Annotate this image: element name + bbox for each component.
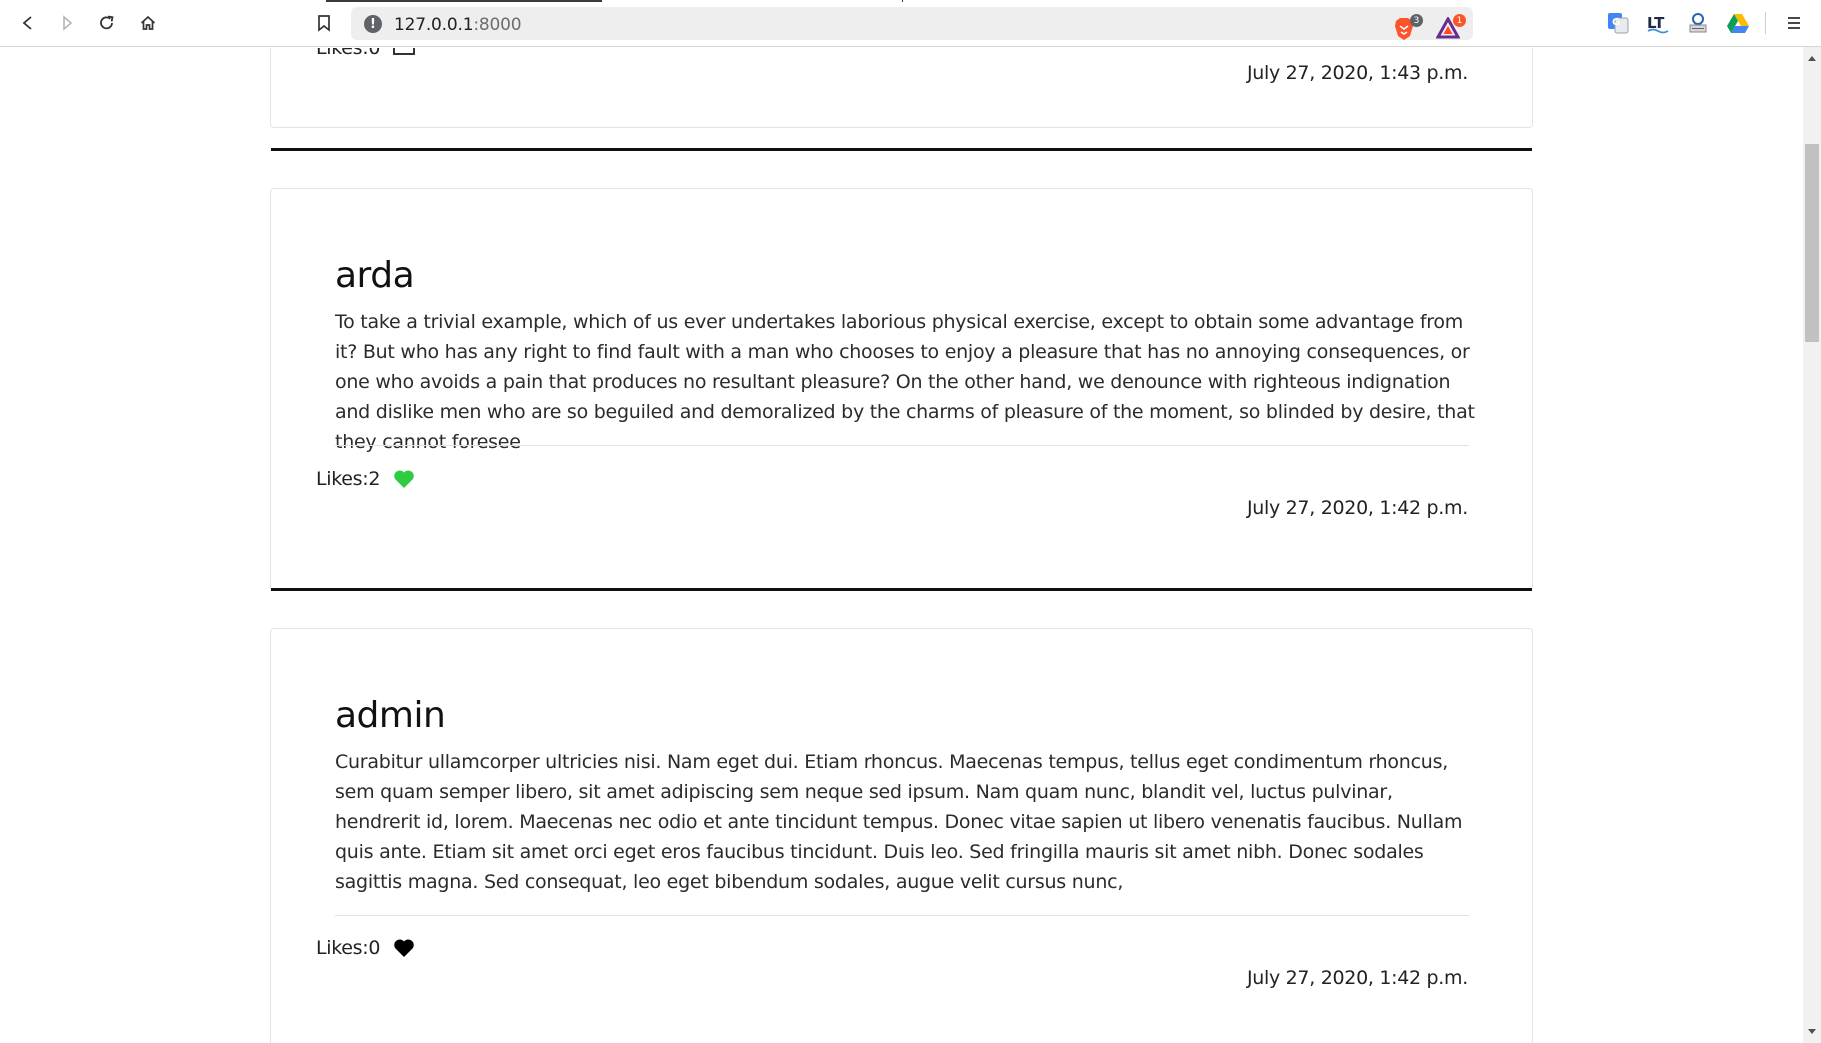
tab-strip-edge: [902, 0, 903, 2]
translate-extension-icon: G: [1608, 13, 1629, 34]
brave-shields-badge: 3: [1410, 14, 1423, 27]
triangle-down-icon: [1808, 1029, 1816, 1034]
triangle-up-icon: [1808, 56, 1816, 61]
likes-row: Likes:2: [316, 468, 416, 490]
scroll-down-arrow[interactable]: [1803, 1023, 1821, 1041]
like-button[interactable]: [392, 48, 416, 59]
vertical-scrollbar[interactable]: [1803, 47, 1821, 1043]
bookmark-button[interactable]: [309, 8, 339, 38]
reload-button[interactable]: [92, 8, 122, 38]
forward-icon: [63, 15, 73, 31]
post-separator: [271, 588, 1532, 591]
likes-row: Likes:0: [316, 48, 416, 59]
google-drive-extension-button[interactable]: [1726, 11, 1750, 35]
likes-count: Likes:0: [316, 937, 381, 959]
post-author: admin: [335, 695, 446, 736]
likes-count: Likes:0: [316, 48, 381, 59]
like-button[interactable]: [392, 468, 416, 490]
post-card: admin Curabitur ullamcorper ultricies ni…: [270, 628, 1533, 1043]
back-icon: [22, 16, 32, 30]
forward-button[interactable]: [52, 8, 82, 38]
brave-rewards-badge: 1: [1453, 14, 1466, 27]
languagetool-extension-icon: LT: [1647, 14, 1669, 34]
home-button[interactable]: [133, 8, 163, 38]
post-divider: [335, 915, 1469, 916]
home-icon: [140, 15, 156, 30]
menu-icon: [1788, 17, 1800, 29]
url-host: 127.0.0.1: [394, 15, 474, 35]
site-info-icon[interactable]: !: [364, 15, 382, 33]
post-author: arda: [335, 255, 415, 296]
ext-3-icon: [1689, 13, 1707, 33]
back-button[interactable]: [13, 8, 43, 38]
translate-extension-button[interactable]: G: [1606, 11, 1630, 35]
scroll-up-arrow[interactable]: [1803, 49, 1821, 67]
url-text[interactable]: 127.0.0.1:8000: [394, 15, 522, 35]
address-bar[interactable]: ! 127.0.0.1:8000 3 1: [351, 7, 1473, 40]
brave-rewards-button[interactable]: 1: [1435, 14, 1466, 41]
tab-strip-edge: [326, 0, 602, 2]
browser-toolbar: ! 127.0.0.1:8000 3 1 G LT: [0, 0, 1821, 47]
post-divider: [335, 445, 1469, 446]
post-card: Likes:0 July 27, 2020, 1:43 p.m.: [270, 48, 1533, 128]
post-date: July 27, 2020, 1:43 p.m.: [1246, 62, 1468, 84]
main-menu-button[interactable]: [1782, 11, 1806, 35]
likes-count: Likes:2: [316, 468, 381, 490]
heart-icon: [394, 939, 414, 957]
heart-icon: [394, 470, 414, 488]
likes-row: Likes:0: [316, 937, 416, 959]
url-port: :8000: [473, 15, 522, 35]
extension-3-button[interactable]: [1686, 11, 1710, 35]
post-date: July 27, 2020, 1:42 p.m.: [1246, 497, 1468, 519]
post-date: July 27, 2020, 1:42 p.m.: [1246, 967, 1468, 989]
like-box-icon: [393, 48, 416, 55]
bookmark-icon: [318, 15, 330, 32]
post-body: Curabitur ullamcorper ultricies nisi. Na…: [335, 751, 1463, 893]
like-button[interactable]: [392, 937, 416, 959]
post-body: To take a trivial example, which of us e…: [335, 311, 1475, 453]
post-separator: [271, 148, 1532, 151]
languagetool-extension-button[interactable]: LT: [1646, 11, 1670, 35]
page-viewport: Likes:0 July 27, 2020, 1:43 p.m. arda To…: [0, 48, 1803, 1043]
post-card: arda To take a trivial example, which of…: [270, 188, 1533, 591]
brave-shields-button[interactable]: 3: [1393, 14, 1423, 41]
svg-text:G: G: [1612, 17, 1620, 28]
scrollbar-thumb[interactable]: [1805, 144, 1819, 342]
toolbar-separator: [1765, 12, 1766, 34]
google-drive-icon: [1727, 14, 1749, 33]
reload-icon: [100, 15, 114, 30]
